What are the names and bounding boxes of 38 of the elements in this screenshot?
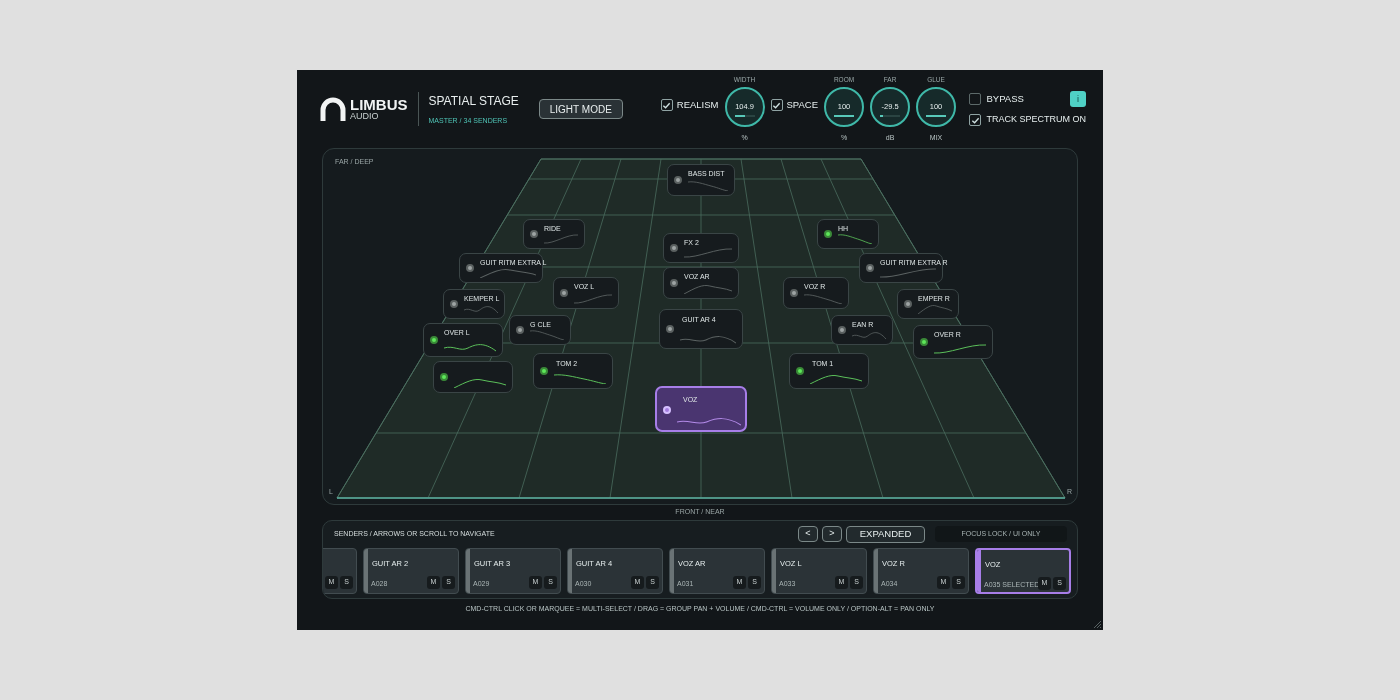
sparkline bbox=[852, 330, 886, 340]
sparkline bbox=[688, 181, 728, 191]
checkbox-label: SPACE bbox=[786, 97, 819, 112]
sparkline bbox=[464, 304, 498, 314]
sparkline bbox=[880, 268, 936, 278]
sparkline bbox=[574, 294, 612, 304]
sparkline bbox=[934, 344, 986, 354]
sparkline bbox=[554, 374, 606, 384]
sparkline bbox=[454, 378, 506, 388]
sparkline bbox=[480, 268, 536, 278]
sparkline bbox=[684, 248, 732, 258]
brand-subtitle: AUDIO bbox=[350, 112, 380, 121]
mode-button[interactable]: LIGHT MODE bbox=[538, 99, 623, 119]
sparkline bbox=[804, 294, 842, 304]
checkbox-label: BYPASS bbox=[986, 92, 1024, 107]
track-node[interactable] bbox=[433, 361, 513, 393]
sparkline bbox=[684, 284, 732, 294]
checkbox[interactable] bbox=[969, 114, 982, 126]
previous-button[interactable]: < bbox=[798, 526, 818, 542]
resize-grip-icon bbox=[1093, 620, 1102, 629]
checkbox-label: TRACK SPECTRUM ON bbox=[986, 113, 1086, 127]
view-button[interactable]: EXPANDED bbox=[846, 525, 925, 543]
checkbox-label: REALISM bbox=[676, 97, 719, 112]
brand-name: LIMBUS bbox=[350, 97, 408, 112]
sparkline bbox=[444, 342, 496, 352]
checkbox[interactable] bbox=[969, 93, 982, 106]
checkbox[interactable] bbox=[660, 99, 673, 111]
logo-icon bbox=[320, 97, 346, 121]
checkbox[interactable] bbox=[770, 99, 783, 111]
sparkline bbox=[810, 374, 862, 384]
sparkline bbox=[677, 416, 741, 426]
sparkline bbox=[530, 330, 564, 340]
sparkline bbox=[838, 234, 872, 244]
sparkline bbox=[918, 304, 952, 314]
sparkline bbox=[680, 334, 736, 344]
plugin-title: SPATIAL STAGE bbox=[428, 92, 519, 110]
sparkline bbox=[544, 234, 578, 244]
next-button[interactable]: > bbox=[822, 526, 842, 542]
